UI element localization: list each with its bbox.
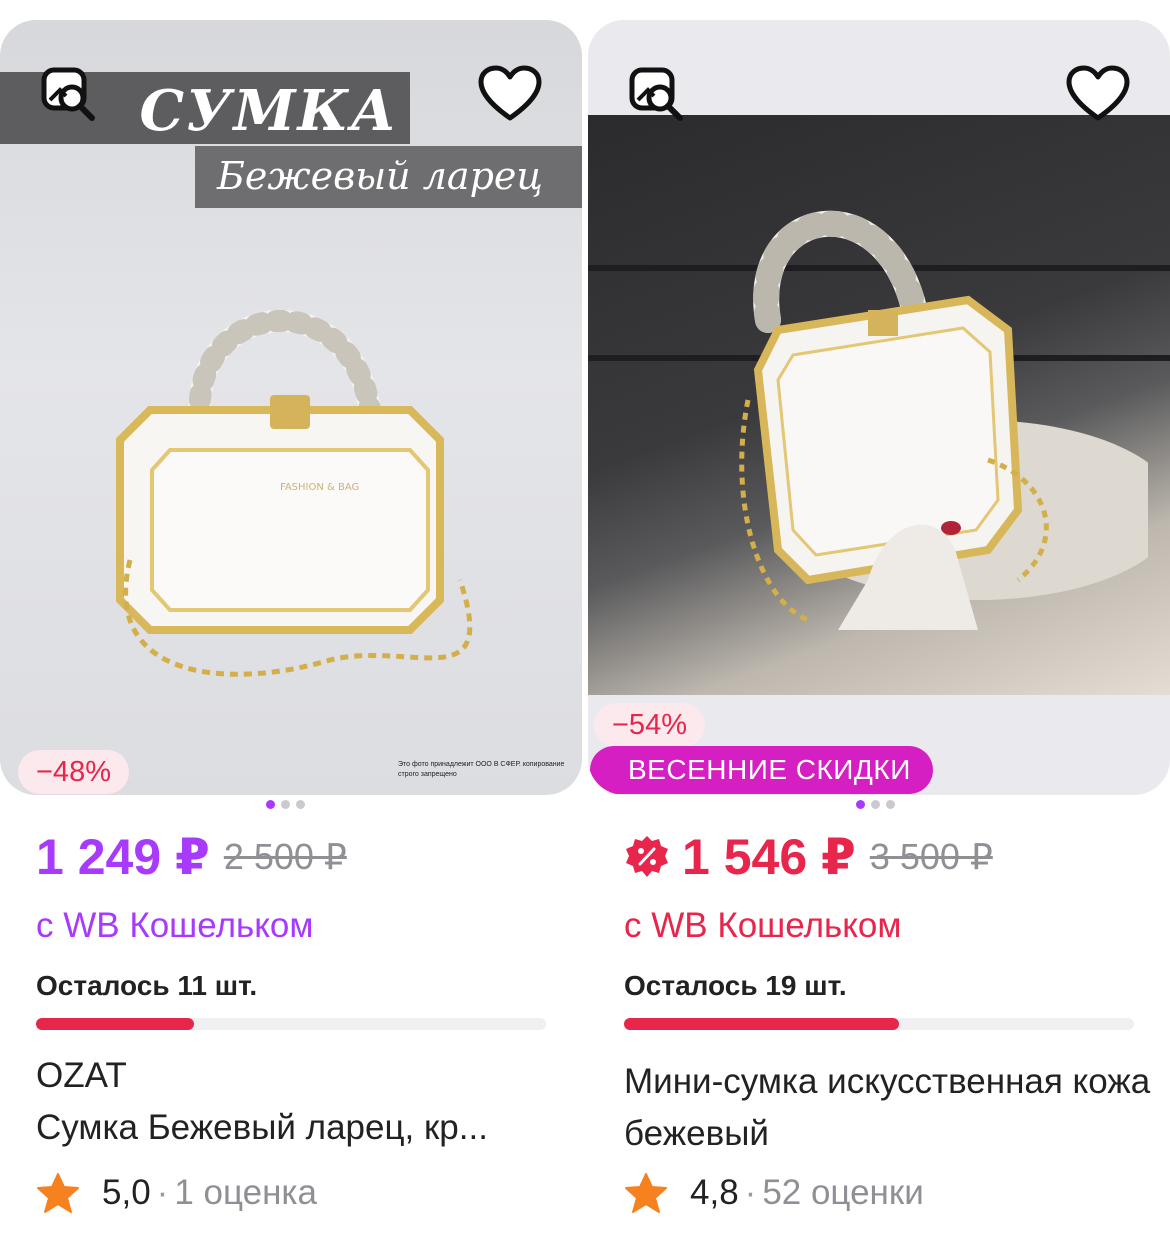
brand-name[interactable]: OZAT bbox=[36, 1056, 127, 1096]
review-count: 52 оценки bbox=[762, 1173, 924, 1212]
star-icon bbox=[37, 1173, 79, 1213]
product-title[interactable]: Мини-сумка искусственная кожа бежевый bbox=[624, 1056, 1154, 1160]
image-carousel-dots bbox=[856, 800, 916, 812]
stock-progress-fill bbox=[624, 1018, 900, 1030]
bag-illustration bbox=[739, 210, 1148, 630]
promo-badge: ВЕСЕННИЕ СКИДКИ bbox=[590, 746, 933, 794]
svg-text:FASHION & BAG: FASHION & BAG bbox=[280, 482, 359, 493]
rating-score: 4,8 bbox=[690, 1173, 739, 1212]
image-search-icon bbox=[629, 67, 683, 121]
image-copyright-note: Это фото принадлежит ООО В СФЕР. копиров… bbox=[398, 761, 565, 778]
stock-progress-fill bbox=[36, 1018, 195, 1030]
discount-badge: −54% bbox=[594, 703, 705, 747]
product-image[interactable]: СУМКА Бежевый ларец FASHION & BAG Это фо… bbox=[0, 20, 582, 795]
stock-remaining: Осталось 19 шт. bbox=[624, 970, 847, 1001]
stock-progress-bar bbox=[36, 1018, 546, 1030]
product-card-1[interactable]: СУМКА Бежевый ларец FASHION & BAG Это фо… bbox=[0, 20, 582, 1240]
carousel-dot bbox=[266, 800, 275, 809]
heart-icon bbox=[478, 65, 542, 121]
wallet-note: с WB Кошельком bbox=[36, 906, 314, 945]
stock-progress-bar bbox=[624, 1018, 1134, 1030]
product-card-2[interactable]: −54% ВЕСЕННИЕ СКИДКИ 1 546 ₽ 3 500 ₽ с W… bbox=[588, 20, 1170, 1240]
favorite-button[interactable] bbox=[474, 58, 546, 130]
price-row: 1 249 ₽ 2 500 ₽ bbox=[36, 828, 347, 886]
discount-flower-icon bbox=[626, 836, 668, 877]
price-row: 1 546 ₽ 3 500 ₽ bbox=[624, 828, 993, 886]
stock-remaining: Осталось 11 шт. bbox=[36, 970, 258, 1001]
carousel-dot bbox=[886, 800, 895, 809]
old-price: 2 500 ₽ bbox=[223, 836, 347, 877]
favorite-button[interactable] bbox=[1062, 58, 1134, 130]
image-search-icon bbox=[41, 67, 95, 121]
review-count: 1 оценка bbox=[174, 1173, 317, 1212]
product-title[interactable]: Сумка Бежевый ларец, кр... bbox=[36, 1108, 546, 1148]
product-image[interactable]: −54% ВЕСЕННИЕ СКИДКИ bbox=[588, 20, 1170, 795]
wallet-note: с WB Кошельком bbox=[624, 906, 902, 945]
heart-icon bbox=[1066, 65, 1130, 121]
rating-score: 5,0 bbox=[102, 1173, 151, 1212]
carousel-dot bbox=[296, 800, 305, 809]
old-price: 3 500 ₽ bbox=[869, 836, 993, 877]
current-price: 1 546 ₽ bbox=[682, 829, 856, 885]
carousel-dot bbox=[871, 800, 880, 809]
image-banner-subtitle: Бежевый ларец bbox=[195, 146, 582, 208]
carousel-dot bbox=[856, 800, 865, 809]
rating-row[interactable]: 5,0 · 1 оценка bbox=[36, 1172, 317, 1214]
carousel-dot bbox=[281, 800, 290, 809]
discount-badge: −48% bbox=[18, 750, 129, 794]
find-similar-button[interactable] bbox=[622, 58, 694, 130]
bag-illustration: FASHION & BAG bbox=[116, 309, 473, 677]
star-icon bbox=[625, 1173, 667, 1213]
image-carousel-dots bbox=[266, 800, 326, 812]
separator: · bbox=[744, 1173, 757, 1212]
rating-row[interactable]: 4,8 · 52 оценки bbox=[624, 1172, 924, 1214]
separator: · bbox=[156, 1173, 169, 1212]
current-price: 1 249 ₽ bbox=[36, 829, 210, 885]
find-similar-button[interactable] bbox=[34, 58, 106, 130]
